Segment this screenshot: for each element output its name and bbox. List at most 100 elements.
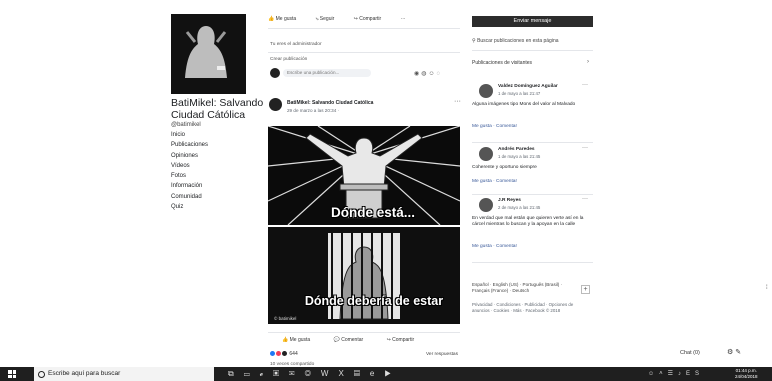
composer-avatar bbox=[270, 68, 280, 78]
post-comment-label: Comentar bbox=[341, 337, 364, 343]
visitor-avatar[interactable] bbox=[479, 147, 493, 161]
visitor-post-actions[interactable]: Me gusta · Comentar bbox=[472, 179, 517, 184]
ie-icon[interactable]: e bbox=[370, 369, 384, 378]
excel-icon[interactable]: X bbox=[338, 369, 353, 378]
post-options-button[interactable]: ··· bbox=[454, 98, 461, 105]
visitor-name[interactable]: Andrés Paredes bbox=[498, 147, 535, 152]
post-share-button[interactable]: ↪ Compartir bbox=[387, 337, 415, 343]
chevron-up-icon[interactable]: ˄ bbox=[659, 371, 668, 377]
nav-item-videos[interactable]: Vídeos bbox=[171, 163, 251, 173]
meme-bottom-panel: Dónde debería de estar © batimikel bbox=[268, 227, 460, 324]
like-page-button[interactable]: 👍 Me gusta bbox=[268, 16, 305, 22]
more-options-button[interactable]: ··· bbox=[401, 16, 406, 22]
taskbar-search-input[interactable]: Escribe aquí para buscar bbox=[48, 370, 120, 377]
visitor-avatar[interactable] bbox=[479, 198, 493, 212]
follow-page-button[interactable]: ⤷ Seguir bbox=[316, 16, 344, 22]
mail-icon[interactable]: ✉ bbox=[289, 369, 305, 378]
media-icon[interactable]: ▶ bbox=[384, 369, 400, 378]
divider bbox=[268, 332, 460, 333]
post-author[interactable]: BatiMikel: Salvando Ciudad Católica bbox=[287, 100, 373, 106]
tag-icon[interactable]: ◍ bbox=[421, 71, 428, 77]
send-message-button[interactable]: Enviar mensaje bbox=[472, 16, 593, 27]
photos-icon[interactable]: ▤ bbox=[354, 369, 370, 378]
visitor-post-text: En verdad que mal están que quieren vert… bbox=[472, 216, 584, 227]
page-handle: @batimikel bbox=[171, 122, 201, 128]
love-reaction-icon bbox=[276, 351, 281, 357]
chat-controls: ⚙✎ bbox=[727, 348, 743, 356]
nav-item-comunidad[interactable]: Comunidad bbox=[171, 194, 251, 204]
post-image[interactable]: Dónde está... Dónde debería de estar © b… bbox=[268, 126, 460, 324]
visitor-post-options[interactable]: ··· bbox=[582, 82, 588, 88]
windows-start-icon[interactable] bbox=[8, 370, 16, 378]
visitor-post-actions[interactable]: Me gusta · Comentar bbox=[472, 244, 517, 249]
visitor-post-time[interactable]: 2 de mayo a las 21:45 bbox=[498, 205, 540, 210]
people-icon[interactable]: ☺ bbox=[648, 371, 659, 377]
page-action-bar: 👍 Me gusta ⤷ Seguir ↪ Compartir ··· bbox=[268, 16, 415, 22]
divider bbox=[472, 194, 593, 195]
visitor-name[interactable]: Valdez Domínguez Aguilar bbox=[498, 84, 558, 89]
language-icon[interactable]: ES bbox=[686, 371, 704, 377]
footer-links[interactable]: Privacidad · Condiciones · Publicidad · … bbox=[472, 302, 592, 313]
more-icon[interactable]: ◌ bbox=[437, 71, 443, 77]
chrome-icon[interactable]: ◎ bbox=[305, 369, 321, 378]
page-search-input[interactable]: Buscar publicaciones en esta página bbox=[477, 38, 558, 44]
view-answers-link[interactable]: Ver respuestas bbox=[426, 352, 458, 357]
store-icon[interactable]: ▣ bbox=[273, 369, 289, 378]
visitor-post-options[interactable]: ··· bbox=[582, 145, 588, 151]
file-explorer-icon[interactable]: ▭ bbox=[244, 369, 260, 378]
nav-item-publicaciones[interactable]: Publicaciones bbox=[171, 142, 251, 152]
jail-figure-icon bbox=[268, 227, 460, 324]
browser-viewport: BatiMikel: Salvando Ciudad Cátólica @bat… bbox=[0, 0, 772, 381]
share-page-label: Compartir bbox=[359, 16, 382, 22]
visitor-post-time[interactable]: 1 de mayo a las 21:47 bbox=[498, 91, 540, 96]
meme-caption-bottom: Dónde debería de estar bbox=[304, 294, 444, 308]
composer-hint: Crear publicación bbox=[270, 57, 308, 62]
nav-item-inicio[interactable]: Inicio bbox=[171, 132, 251, 142]
network-icon[interactable]: ☰ bbox=[668, 371, 678, 377]
page-search[interactable]: ⚲ Buscar publicaciones en esta página bbox=[472, 38, 593, 47]
profile-figure-icon bbox=[185, 26, 227, 78]
post-share-label: Compartir bbox=[392, 337, 415, 343]
post-author-avatar[interactable] bbox=[269, 98, 282, 111]
feeling-icon[interactable]: ☺ bbox=[429, 71, 437, 77]
add-language-button[interactable]: + bbox=[581, 285, 590, 294]
visitor-posts-title[interactable]: Publicaciones de visitantes bbox=[472, 60, 532, 66]
reactions-summary[interactable]: 644 bbox=[270, 351, 298, 357]
visitor-post-actions[interactable]: Me gusta · Comentar bbox=[472, 124, 517, 129]
visitor-post-options[interactable]: ··· bbox=[582, 196, 588, 202]
taskbar-clock[interactable]: 01:44 p.m. 24/04/2018 bbox=[735, 368, 758, 379]
visitor-avatar[interactable] bbox=[479, 84, 493, 98]
compose-icon[interactable]: ✎ bbox=[735, 349, 743, 356]
visitor-post-text: Coherente y oportuno siempre bbox=[472, 165, 537, 170]
nav-item-informacion[interactable]: Información bbox=[171, 183, 251, 193]
nav-item-opiniones[interactable]: Opiniones bbox=[171, 153, 251, 163]
like-page-label: Me gusta bbox=[275, 16, 297, 22]
follow-page-label: Seguir bbox=[319, 16, 335, 22]
page-profile-picture[interactable] bbox=[171, 14, 246, 94]
chevron-right-icon[interactable]: › bbox=[587, 59, 589, 65]
post-comment-button[interactable]: 💬 Comentar bbox=[334, 337, 364, 343]
meme-caption-top: Dónde está... bbox=[330, 205, 416, 220]
taskbar-apps: ⧉▭ℯ▣✉◎WX▤e▶ bbox=[228, 369, 401, 379]
post-date[interactable]: 29 de marzo a las 20:34 · bbox=[287, 108, 339, 113]
edge-icon[interactable]: ℯ bbox=[260, 369, 273, 378]
word-icon[interactable]: W bbox=[321, 369, 339, 378]
language-list[interactable]: Español · English (US) · Português (Bras… bbox=[472, 282, 580, 294]
visitor-name[interactable]: J.R Reyes bbox=[498, 198, 521, 203]
taskbar-search[interactable]: Escribe aquí para buscar bbox=[34, 367, 214, 381]
volume-icon[interactable]: ♪ bbox=[678, 371, 686, 377]
nav-item-fotos[interactable]: Fotos bbox=[171, 173, 251, 183]
clock-date: 24/04/2018 bbox=[735, 373, 758, 379]
visitor-post-text: Alguna imágenes tipo Mons del valor al M… bbox=[472, 102, 576, 107]
composer-input[interactable]: Escribe una publicación... bbox=[283, 69, 371, 77]
post-like-button[interactable]: 👍 Me gusta bbox=[282, 337, 310, 343]
share-page-button[interactable]: ↪ Compartir bbox=[354, 16, 391, 22]
page-name[interactable]: BatiMikel: Salvando Ciudad Cátólica bbox=[171, 97, 271, 121]
search-icon: ⚲ bbox=[472, 38, 476, 44]
nav-item-quiz[interactable]: Quiz bbox=[171, 204, 251, 214]
task-view-icon[interactable]: ⧉ bbox=[228, 369, 244, 378]
image-watermark: © batimikel bbox=[274, 316, 297, 321]
visitor-post-time[interactable]: 1 de mayo a las 21:45 bbox=[498, 154, 540, 159]
scroll-marker: ⁞ bbox=[766, 285, 768, 291]
chat-label[interactable]: Chat (0) bbox=[680, 350, 700, 356]
